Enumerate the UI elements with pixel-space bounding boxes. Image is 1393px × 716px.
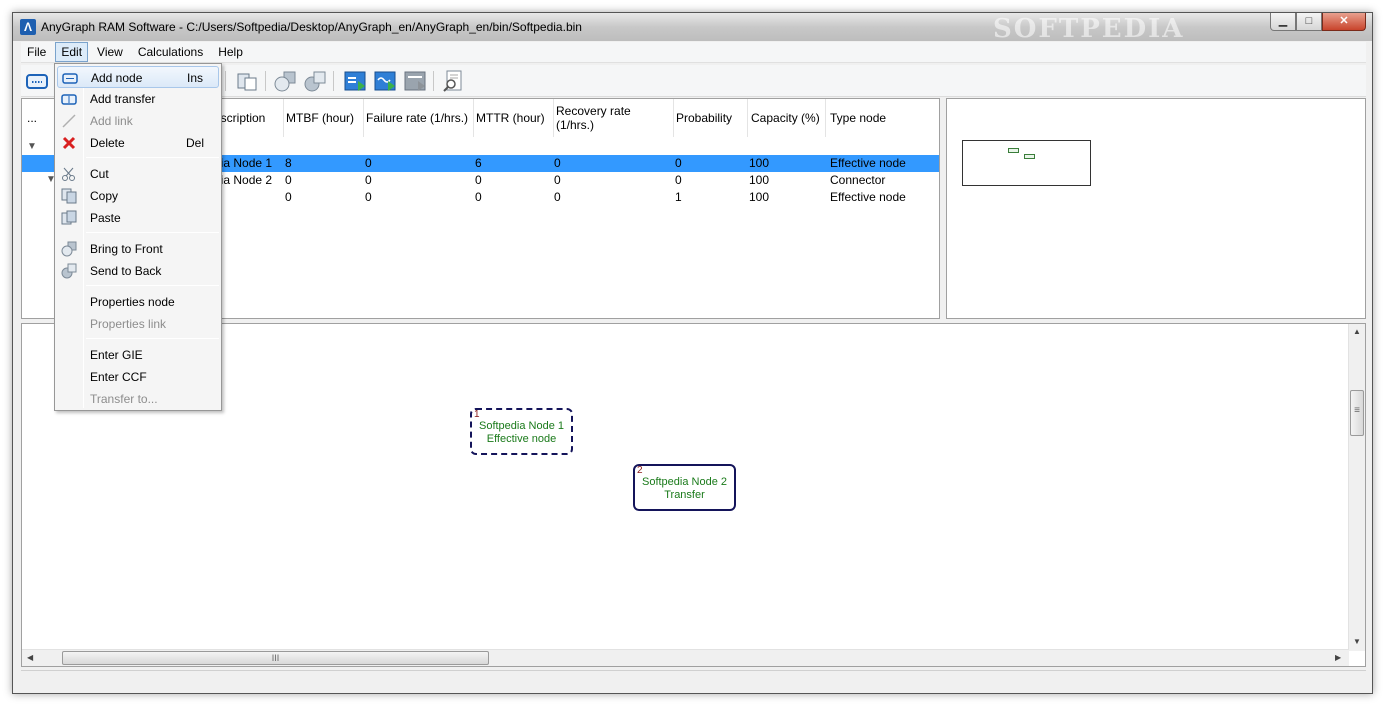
menu-item-send-to-back[interactable]: Send to Back xyxy=(57,260,219,282)
send-to-back-icon[interactable] xyxy=(303,69,327,93)
overview-pane xyxy=(946,98,1366,319)
menu-item-add-link[interactable]: Add link xyxy=(57,110,219,132)
add-node-icon[interactable] xyxy=(25,69,49,93)
overview-node xyxy=(1024,154,1035,159)
menu-bar: File Edit View Calculations Help xyxy=(21,42,1366,63)
menu-item-add-transfer[interactable]: Add transfer xyxy=(57,88,219,110)
overview-viewport[interactable] xyxy=(962,140,1091,186)
column-header-tree[interactable]: ... xyxy=(27,99,57,137)
menu-calculations[interactable]: Calculations xyxy=(132,42,209,62)
properties-node-icon[interactable] xyxy=(343,69,367,93)
menu-item-enter-gie[interactable]: Enter GIE xyxy=(57,344,219,366)
menu-item-delete[interactable]: Delete Del xyxy=(57,132,219,154)
toolbar xyxy=(21,65,1366,97)
menu-item-bring-to-front[interactable]: Bring to Front xyxy=(57,238,219,260)
node-name: Softpedia Node 2 xyxy=(641,476,727,488)
window-controls: ▁ □ ✕ xyxy=(1270,13,1366,31)
window-title: AnyGraph RAM Software - C:/Users/Softped… xyxy=(41,20,582,34)
send-to-back-icon xyxy=(61,263,77,279)
minimize-icon[interactable]: ▁ xyxy=(1270,13,1296,31)
bring-to-front-icon xyxy=(61,241,77,257)
title-bar[interactable]: Λ AnyGraph RAM Software - C:/Users/Softp… xyxy=(13,13,1372,44)
menu-item-add-node[interactable]: Add node Ins xyxy=(57,66,219,88)
search-document-icon[interactable] xyxy=(441,69,465,93)
maximize-icon[interactable]: □ xyxy=(1296,13,1322,31)
delete-icon xyxy=(61,135,77,151)
paste-icon xyxy=(61,210,77,226)
horizontal-scroll-thumb[interactable]: III xyxy=(62,651,489,665)
copy-icon xyxy=(61,188,77,204)
menu-edit[interactable]: Edit xyxy=(55,42,89,62)
column-header-mttr[interactable]: MTTR (hour) xyxy=(476,99,552,137)
scroll-down-icon[interactable]: ▼ xyxy=(1353,637,1361,646)
graph-node[interactable]: 1 Softpedia Node 1 Effective node xyxy=(470,408,573,455)
column-header-description[interactable]: escription xyxy=(214,99,284,137)
menu-item-transfer-to[interactable]: Transfer to... xyxy=(57,388,219,410)
column-header-probability[interactable]: Probability xyxy=(676,99,746,137)
node-kind: Effective node xyxy=(486,433,557,445)
scroll-up-icon[interactable]: ▲ xyxy=(1353,327,1361,336)
column-header-capacity[interactable]: Capacity (%) xyxy=(751,99,821,137)
status-bar xyxy=(21,670,1366,691)
add-transfer-icon xyxy=(61,91,77,107)
menu-view[interactable]: View xyxy=(91,42,129,62)
menu-file[interactable]: File xyxy=(21,42,52,62)
vertical-scroll-thumb[interactable]: ≡ xyxy=(1350,390,1364,436)
overview-node xyxy=(1008,148,1019,153)
menu-item-paste[interactable]: Paste xyxy=(57,207,219,229)
column-header-failure-rate[interactable]: Failure rate (1/hrs.) xyxy=(366,99,472,137)
graph-node[interactable]: 2 Softpedia Node 2 Transfer xyxy=(633,464,736,511)
bring-to-front-icon[interactable] xyxy=(273,69,297,93)
column-header-recovery-rate[interactable]: Recovery rate (1/hrs.) xyxy=(556,99,672,137)
tree-expand-icon[interactable]: ▼ xyxy=(27,141,37,152)
menu-item-cut[interactable]: Cut xyxy=(57,163,219,185)
vertical-scrollbar[interactable]: ▲ ≡ ▼ xyxy=(1348,324,1365,651)
report-run-icon[interactable] xyxy=(403,69,427,93)
chart-run-icon[interactable] xyxy=(373,69,397,93)
edit-menu-dropdown: Add node Ins Add transfer Add link Delet… xyxy=(54,63,222,411)
anygraph-logo-icon: Λ xyxy=(20,19,36,35)
column-header-type-node[interactable]: Type node xyxy=(830,99,920,137)
menu-item-properties-node[interactable]: Properties node xyxy=(57,291,219,313)
softpedia-watermark: SOFTPEDIA xyxy=(993,14,1185,44)
add-link-icon xyxy=(61,113,77,129)
scroll-left-icon[interactable]: ◀ xyxy=(27,653,33,662)
node-kind: Transfer xyxy=(664,489,705,501)
menu-item-copy[interactable]: Copy xyxy=(57,185,219,207)
node-number: 1 xyxy=(474,409,480,420)
scroll-right-icon[interactable]: ▶ xyxy=(1335,653,1341,662)
column-header-mtbf[interactable]: MTBF (hour) xyxy=(286,99,364,137)
menu-help[interactable]: Help xyxy=(212,42,249,62)
horizontal-scrollbar[interactable]: ◀ III ▶ xyxy=(22,649,1349,666)
close-icon[interactable]: ✕ xyxy=(1322,13,1366,31)
menu-item-properties-link[interactable]: Properties link xyxy=(57,313,219,335)
graph-canvas[interactable]: 1 Softpedia Node 1 Effective node 2 Soft… xyxy=(21,323,1366,667)
paste-icon[interactable] xyxy=(235,69,259,93)
cut-icon xyxy=(61,166,77,182)
add-node-icon xyxy=(62,70,78,86)
node-name: Softpedia Node 1 xyxy=(478,420,564,432)
node-number: 2 xyxy=(637,465,643,476)
menu-item-enter-ccf[interactable]: Enter CCF xyxy=(57,366,219,388)
